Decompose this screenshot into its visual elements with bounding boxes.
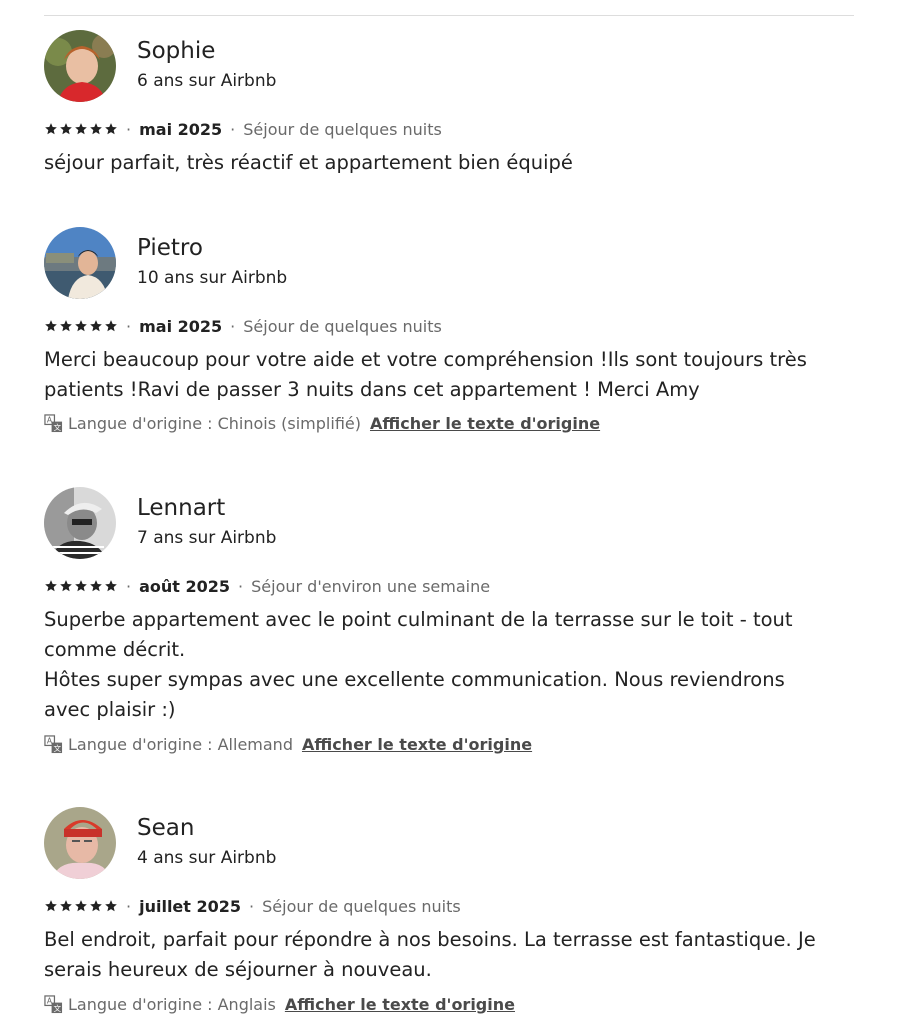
review-text: Superbe appartement avec le point culmin…	[44, 605, 834, 725]
reviewer-name: Pietro	[137, 235, 203, 261]
original-language: Langue d'origine : Chinois (simplifié)	[68, 414, 361, 433]
review-paragraph: Bel endroit, parfait pour répondre à nos…	[44, 928, 816, 981]
star-rating	[44, 319, 118, 333]
reviewer-name: Lennart	[137, 495, 226, 521]
star-icon	[105, 320, 117, 332]
reviewer-tenure: 6 ans sur Airbnb	[137, 71, 277, 91]
star-rating	[44, 899, 118, 913]
star-icon	[90, 320, 102, 332]
star-rating	[44, 579, 118, 593]
review-text: Bel endroit, parfait pour répondre à nos…	[44, 925, 834, 985]
review-date: mai 2025	[139, 316, 223, 336]
star-icon	[45, 580, 57, 592]
top-divider	[44, 15, 854, 16]
star-icon	[90, 900, 102, 912]
stay-length: Séjour d'environ une semaine	[251, 576, 491, 596]
star-icon	[60, 580, 72, 592]
review-text: séjour parfait, très réactif et appartem…	[44, 148, 834, 178]
review-paragraph: séjour parfait, très réactif et appartem…	[44, 151, 573, 174]
avatar[interactable]	[44, 807, 116, 879]
star-icon	[75, 320, 87, 332]
reviewer-name: Sean	[137, 815, 195, 841]
star-icon	[60, 123, 72, 135]
star-icon	[75, 580, 87, 592]
show-original-link[interactable]: Afficher le texte d'origine	[302, 735, 532, 754]
review-paragraph: Superbe appartement avec le point culmin…	[44, 608, 793, 661]
review-paragraph: Merci beaucoup pour votre aide et votre …	[44, 348, 807, 401]
translate-icon: A 文	[44, 414, 63, 432]
star-icon	[60, 900, 72, 912]
star-icon	[75, 900, 87, 912]
svg-text:文: 文	[54, 743, 62, 753]
star-icon	[75, 123, 87, 135]
separator-dot: ·	[126, 316, 132, 336]
stay-length: Séjour de quelques nuits	[243, 119, 442, 139]
stay-length: Séjour de quelques nuits	[243, 316, 442, 336]
review-meta: · mai 2025 · Séjour de quelques nuits	[44, 315, 442, 337]
reviewer-tenure: 7 ans sur Airbnb	[137, 528, 277, 548]
star-rating	[44, 122, 118, 136]
translate-icon: A 文	[44, 735, 63, 753]
language-note: A 文 Langue d'origine : Chinois (simplifi…	[44, 414, 600, 433]
star-icon	[105, 123, 117, 135]
show-original-link[interactable]: Afficher le texte d'origine	[370, 414, 600, 433]
review-date: août 2025	[139, 576, 231, 596]
star-icon	[45, 123, 57, 135]
svg-text:文: 文	[54, 1003, 62, 1013]
svg-text:文: 文	[54, 422, 62, 432]
star-icon	[105, 900, 117, 912]
original-language: Langue d'origine : Allemand	[68, 735, 293, 754]
translate-icon: A 文	[44, 995, 63, 1013]
star-icon	[105, 580, 117, 592]
separator-dot: ·	[230, 119, 236, 139]
separator-dot: ·	[126, 576, 132, 596]
review-meta: · juillet 2025 · Séjour de quelques nuit…	[44, 895, 461, 917]
review-paragraph: Hôtes super sympas avec une excellente c…	[44, 668, 785, 721]
star-icon	[60, 320, 72, 332]
star-icon	[45, 900, 57, 912]
language-note: A 文 Langue d'origine : Allemand Afficher…	[44, 735, 532, 754]
review-date: mai 2025	[139, 119, 223, 139]
star-icon	[90, 580, 102, 592]
review-date: juillet 2025	[139, 896, 242, 916]
stay-length: Séjour de quelques nuits	[262, 896, 461, 916]
avatar[interactable]	[44, 487, 116, 559]
avatar[interactable]	[44, 227, 116, 299]
separator-dot: ·	[126, 119, 132, 139]
original-language: Langue d'origine : Anglais	[68, 995, 276, 1014]
review-meta: · mai 2025 · Séjour de quelques nuits	[44, 118, 442, 140]
separator-dot: ·	[126, 896, 132, 916]
star-icon	[45, 320, 57, 332]
language-note: A 文 Langue d'origine : Anglais Afficher …	[44, 995, 515, 1014]
reviewer-name: Sophie	[137, 38, 216, 64]
separator-dot: ·	[238, 576, 244, 596]
review-text: Merci beaucoup pour votre aide et votre …	[44, 345, 834, 405]
separator-dot: ·	[230, 316, 236, 336]
show-original-link[interactable]: Afficher le texte d'origine	[285, 995, 515, 1014]
star-icon	[90, 123, 102, 135]
reviewer-tenure: 10 ans sur Airbnb	[137, 268, 288, 288]
separator-dot: ·	[249, 896, 255, 916]
reviewer-tenure: 4 ans sur Airbnb	[137, 848, 277, 868]
review-meta: · août 2025 · Séjour d'environ une semai…	[44, 575, 490, 597]
avatar[interactable]	[44, 30, 116, 102]
